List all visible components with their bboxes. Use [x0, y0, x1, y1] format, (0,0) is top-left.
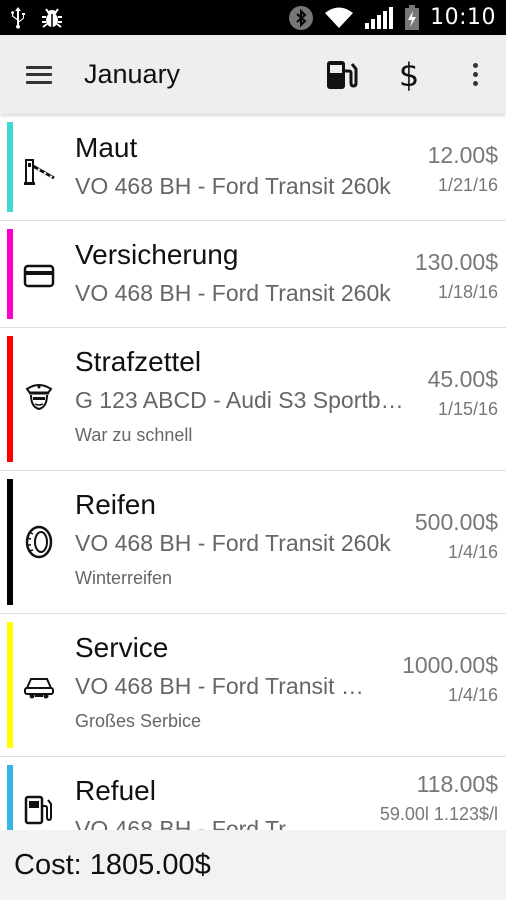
overflow-menu-button[interactable]: [444, 35, 506, 114]
bluetooth-icon: [288, 5, 314, 31]
tire-icon: [22, 525, 56, 559]
more-vert-icon: [472, 63, 478, 68]
hamburger-menu-icon: [26, 65, 52, 84]
expense-button[interactable]: $: [374, 35, 444, 114]
police-officer-icon: [22, 380, 56, 414]
category-color-bar: [7, 229, 13, 319]
entry-amount: 45.00$: [427, 366, 498, 392]
expense-list: Maut VO 468 BH - Ford Transit 260k 12.00…: [0, 114, 506, 830]
category-color-bar: [7, 336, 13, 462]
entry-title: Maut: [75, 132, 138, 163]
total-cost: Cost: 1805.00$: [14, 848, 211, 881]
entry-date: 1/21/16: [437, 175, 498, 195]
category-color-bar: [7, 122, 13, 212]
total-cost-footer: Cost: 1805.00$: [0, 830, 506, 900]
menu-button[interactable]: [0, 35, 80, 114]
entry-amount: 1000.00$: [402, 652, 498, 678]
car-service-icon: [22, 670, 56, 704]
entry-date: 1/4/16: [447, 542, 498, 562]
entry-fuel-detail: 59.00l 1.123$/l: [379, 804, 498, 824]
entry-amount: 130.00$: [414, 249, 498, 275]
entry-date: 1/15/16: [437, 399, 498, 419]
entry-title: Strafzettel: [75, 346, 202, 377]
entry-note: Winterreifen: [75, 568, 173, 589]
toll-gate-icon: [22, 152, 56, 186]
usb-icon: [10, 6, 26, 30]
status-clock: 10:10: [430, 5, 496, 30]
entry-note: Großes Serbice: [75, 711, 202, 732]
entry-title: Service: [75, 632, 169, 663]
list-item[interactable]: Versicherung VO 468 BH - Ford Transit 26…: [0, 221, 506, 328]
list-item[interactable]: Maut VO 468 BH - Ford Transit 260k 12.00…: [0, 114, 506, 221]
page-title: January: [84, 59, 181, 89]
status-bar: 10:10: [0, 0, 506, 35]
entry-amount: 500.00$: [414, 509, 498, 535]
entry-title: Reifen: [75, 489, 156, 520]
list-item[interactable]: Service VO 468 BH - Ford Transit 260k Gr…: [0, 614, 506, 757]
entry-amount: 118.00$: [416, 771, 498, 797]
list-item[interactable]: Refuel VO 468 BH - Ford Transit 260k 118…: [0, 757, 506, 830]
entry-vehicle: VO 468 BH - Ford Transit 260k: [75, 173, 391, 199]
list-item[interactable]: Reifen VO 468 BH - Ford Transit 260k Win…: [0, 471, 506, 614]
dollar-icon: $: [398, 55, 420, 94]
entry-amount: 12.00$: [427, 142, 498, 168]
entry-vehicle: VO 468 BH - Ford Transit 260k: [75, 281, 391, 306]
credit-card-icon: [22, 259, 56, 293]
wifi-icon: [324, 6, 354, 30]
entry-note: War zu schnell: [75, 425, 193, 446]
entry-title: Refuel: [75, 775, 156, 806]
entry-vehicle: VO 468 BH - Ford Transit 260k: [75, 817, 315, 830]
entry-vehicle: VO 468 BH - Ford Transit 260k: [75, 674, 375, 699]
entry-vehicle: VO 468 BH - Ford Transit 260k: [75, 531, 391, 556]
fuel-pump-icon: [22, 793, 56, 827]
list-item[interactable]: Strafzettel G 123 ABCD - Audi S3 Sportba…: [0, 328, 506, 471]
refuel-button[interactable]: [310, 35, 374, 114]
fuel-pump-icon: [327, 60, 358, 89]
category-color-bar: [7, 479, 13, 605]
entry-title: Versicherung: [75, 239, 239, 270]
category-color-bar: [7, 622, 13, 748]
signal-icon: [364, 6, 394, 30]
app-bar: January $: [0, 35, 506, 114]
entry-date: 1/4/16: [447, 685, 498, 705]
battery-charging-icon: [404, 4, 420, 31]
entry-date: 1/18/16: [437, 282, 498, 302]
entry-vehicle: G 123 ABCD - Audi S3 Sportback: [75, 388, 405, 413]
category-color-bar: [7, 765, 13, 830]
debug-bug-icon: [40, 7, 64, 29]
